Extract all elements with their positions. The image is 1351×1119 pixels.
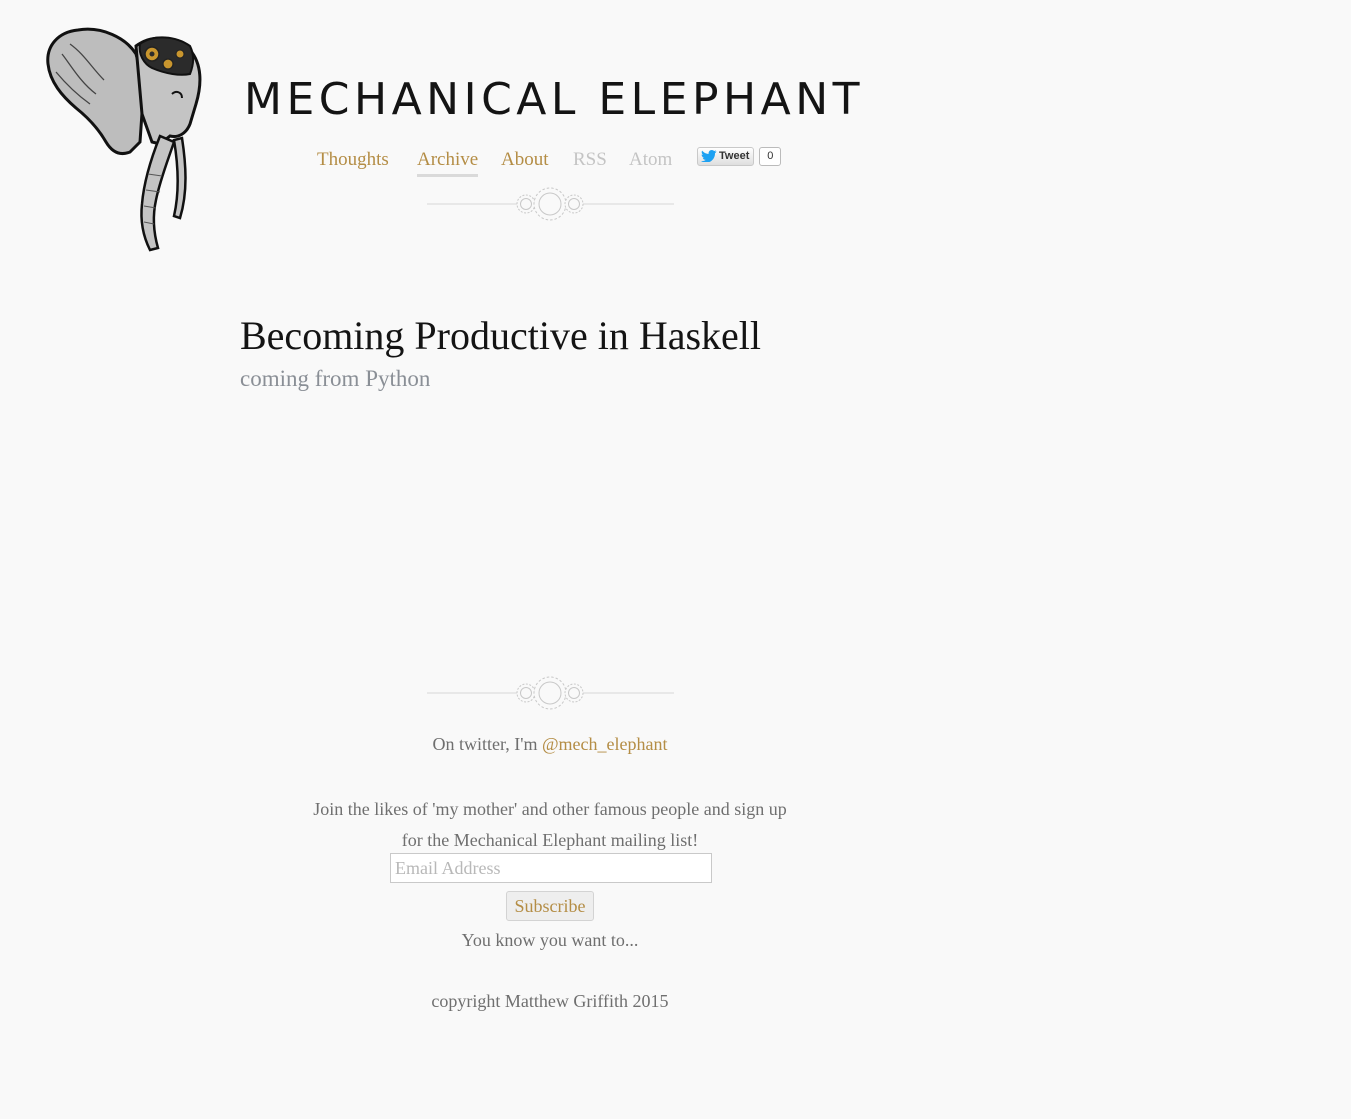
post-subtitle: coming from Python bbox=[240, 366, 431, 391]
tweet-widget: Tweet 0 bbox=[697, 146, 782, 166]
signup-text: Join the likes of 'my mother' and other … bbox=[240, 794, 860, 856]
tweet-button[interactable]: Tweet bbox=[697, 146, 755, 166]
tweet-label: Tweet bbox=[719, 150, 750, 162]
tweet-count: 0 bbox=[759, 146, 782, 166]
elephant-logo bbox=[46, 27, 202, 252]
signup-line-1: Join the likes of 'my mother' and other … bbox=[313, 799, 787, 819]
site-title[interactable]: MECHANICAL ELEPHANT bbox=[244, 74, 864, 125]
twitter-line: On twitter, I'm @mech_elephant bbox=[240, 734, 860, 755]
twitter-bird-icon bbox=[701, 150, 717, 162]
copyright: copyright Matthew Griffith 2015 bbox=[431, 991, 669, 1011]
tagline: You know you want to... bbox=[461, 930, 639, 950]
gear-divider-top bbox=[427, 187, 674, 221]
subscribe-button[interactable]: Subscribe bbox=[506, 891, 594, 921]
nav-thoughts[interactable]: Thoughts bbox=[317, 146, 389, 174]
nav-archive[interactable]: Archive bbox=[417, 146, 479, 177]
signup-line-2: for the Mechanical Elephant mailing list… bbox=[401, 830, 699, 850]
twitter-prefix: On twitter, I'm bbox=[432, 734, 542, 754]
post-title[interactable]: Becoming Productive in Haskell bbox=[240, 312, 761, 359]
email-input[interactable] bbox=[390, 853, 712, 883]
nav-rss[interactable]: RSS bbox=[573, 146, 607, 174]
gear-divider-bottom bbox=[427, 676, 674, 710]
nav-about[interactable]: About bbox=[501, 146, 549, 174]
twitter-handle-link[interactable]: @mech_elephant bbox=[542, 734, 668, 754]
nav-atom[interactable]: Atom bbox=[629, 146, 672, 174]
